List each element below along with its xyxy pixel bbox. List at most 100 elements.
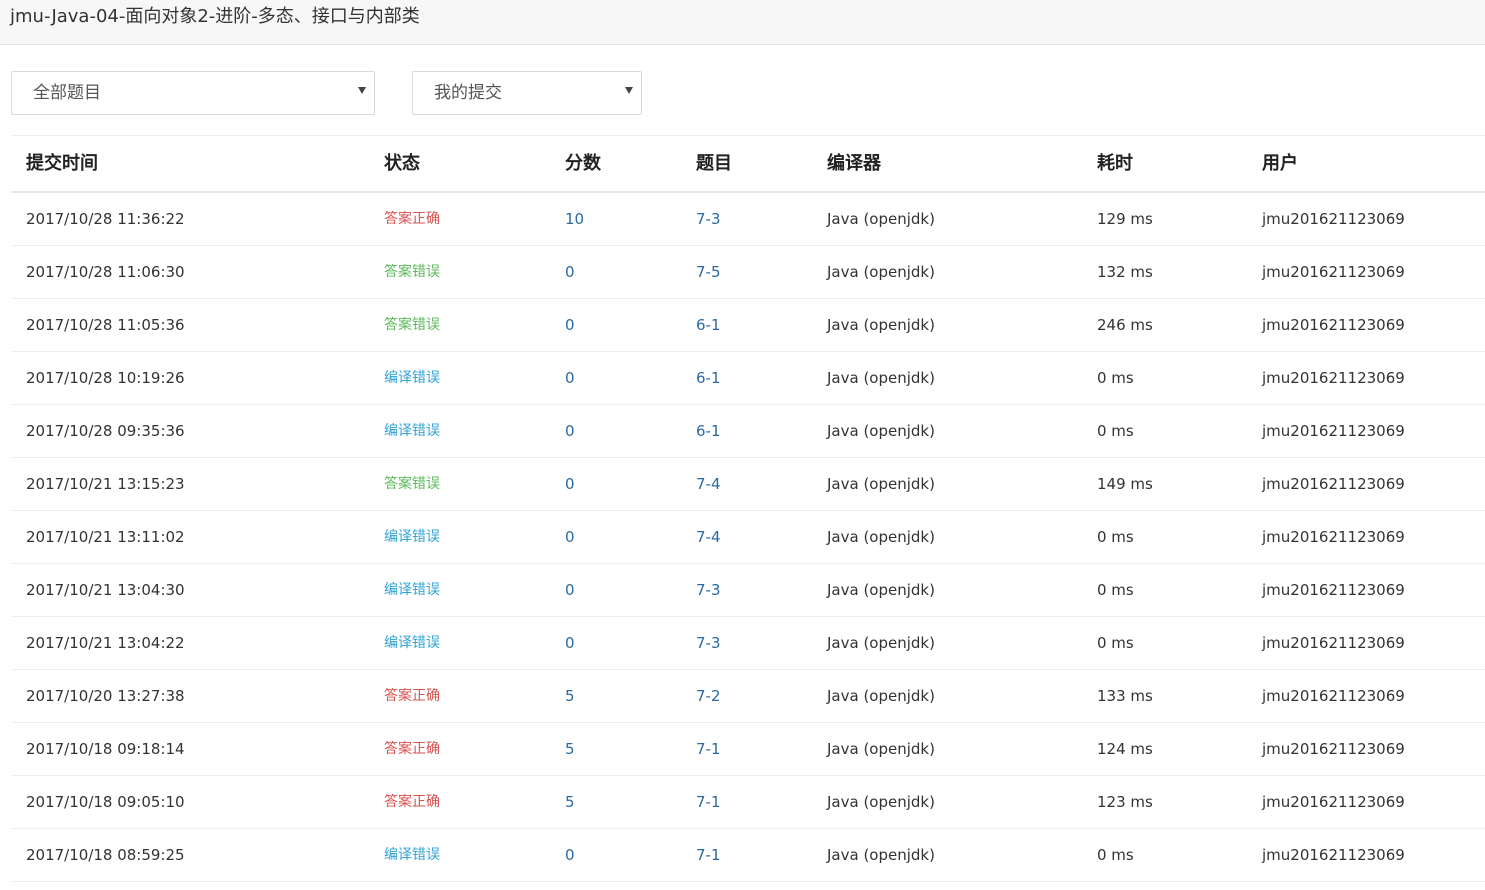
compiler-cell: Java (openjdk) (827, 422, 935, 440)
elapsed-cell: 0 ms (1097, 528, 1134, 546)
submissions-table: 提交时间 状态 分数 题目 编译器 耗时 用户 2017/10/28 11:36… (11, 135, 1485, 882)
user-cell: jmu201621123069 (1262, 263, 1405, 281)
elapsed-cell: 133 ms (1097, 687, 1153, 705)
user-cell: jmu201621123069 (1262, 793, 1405, 811)
problem-link[interactable]: 7-3 (696, 633, 721, 653)
column-header-score[interactable]: 分数 (565, 153, 601, 175)
score-link[interactable]: 5 (565, 792, 575, 812)
status-badge[interactable]: 答案错误 (384, 315, 440, 335)
table-row: 2017/10/28 10:19:26 编译错误 0 6-1 Java (openjdk… (11, 352, 1485, 405)
status-badge[interactable]: 答案正确 (384, 209, 440, 229)
elapsed-cell: 0 ms (1097, 369, 1134, 387)
compiler-cell: Java (openjdk) (827, 528, 935, 546)
problem-filter-select[interactable]: 全部题目 (11, 71, 375, 115)
column-header-status[interactable]: 状态 (384, 153, 420, 175)
submit-time-cell: 2017/10/28 11:05:36 (26, 316, 185, 334)
user-cell: jmu201621123069 (1262, 369, 1405, 387)
status-badge[interactable]: 编译错误 (384, 580, 440, 600)
compiler-cell: Java (openjdk) (827, 793, 935, 811)
elapsed-cell: 123 ms (1097, 793, 1153, 811)
user-cell: jmu201621123069 (1262, 687, 1405, 705)
status-badge[interactable]: 答案正确 (384, 792, 440, 812)
column-header-problem[interactable]: 题目 (696, 153, 732, 175)
table-row: 2017/10/21 13:04:22 编译错误 0 7-3 Java (openjdk… (11, 617, 1485, 670)
status-badge[interactable]: 编译错误 (384, 527, 440, 547)
compiler-cell: Java (openjdk) (827, 210, 935, 228)
submit-time-cell: 2017/10/21 13:04:22 (26, 634, 185, 652)
score-link[interactable]: 0 (565, 580, 575, 600)
submit-time-cell: 2017/10/28 11:36:22 (26, 210, 185, 228)
score-link[interactable]: 10 (565, 209, 584, 229)
table-header-row: 提交时间 状态 分数 题目 编译器 耗时 用户 (11, 136, 1485, 193)
score-link[interactable]: 5 (565, 739, 575, 759)
score-link[interactable]: 0 (565, 315, 575, 335)
compiler-cell: Java (openjdk) (827, 740, 935, 758)
status-badge[interactable]: 答案正确 (384, 739, 440, 759)
status-badge[interactable]: 编译错误 (384, 368, 440, 388)
problem-link[interactable]: 7-1 (696, 845, 721, 865)
score-link[interactable]: 0 (565, 527, 575, 547)
problem-link[interactable]: 7-1 (696, 792, 721, 812)
status-badge[interactable]: 答案错误 (384, 262, 440, 282)
submission-filter-value: 我的提交 (434, 83, 502, 103)
compiler-cell: Java (openjdk) (827, 369, 935, 387)
table-row: 2017/10/28 11:06:30 答案错误 0 7-5 Java (openjdk… (11, 246, 1485, 299)
submission-filter-select[interactable]: 我的提交 (412, 71, 642, 115)
submit-time-cell: 2017/10/20 13:27:38 (26, 687, 185, 705)
page-header: jmu-Java-04-面向对象2-进阶-多态、接口与内部类 (0, 0, 1485, 45)
user-cell: jmu201621123069 (1262, 475, 1405, 493)
problem-link[interactable]: 7-3 (696, 209, 721, 229)
score-link[interactable]: 0 (565, 845, 575, 865)
problem-link[interactable]: 7-5 (696, 262, 721, 282)
column-header-elapsed[interactable]: 耗时 (1097, 153, 1133, 175)
score-link[interactable]: 0 (565, 421, 575, 441)
submit-time-cell: 2017/10/28 09:35:36 (26, 422, 185, 440)
problem-link[interactable]: 6-1 (696, 368, 721, 388)
submit-time-cell: 2017/10/21 13:15:23 (26, 475, 185, 493)
problem-filter-value: 全部题目 (33, 83, 101, 103)
chevron-down-icon (625, 87, 633, 94)
column-header-compiler[interactable]: 编译器 (827, 153, 881, 175)
table-row: 2017/10/28 11:05:36 答案错误 0 6-1 Java (openjdk… (11, 299, 1485, 352)
elapsed-cell: 124 ms (1097, 740, 1153, 758)
compiler-cell: Java (openjdk) (827, 581, 935, 599)
chevron-down-icon (358, 87, 366, 94)
elapsed-cell: 0 ms (1097, 581, 1134, 599)
column-header-user[interactable]: 用户 (1262, 153, 1298, 175)
elapsed-cell: 0 ms (1097, 634, 1134, 652)
status-badge[interactable]: 编译错误 (384, 845, 440, 865)
score-link[interactable]: 0 (565, 474, 575, 494)
column-header-submit-time[interactable]: 提交时间 (26, 153, 98, 175)
problem-link[interactable]: 7-4 (696, 527, 721, 547)
status-badge[interactable]: 编译错误 (384, 421, 440, 441)
status-badge[interactable]: 答案错误 (384, 474, 440, 494)
table-row: 2017/10/28 09:35:36 编译错误 0 6-1 Java (openjdk… (11, 405, 1485, 458)
table-row: 2017/10/28 11:36:22 答案正确 10 7-3 Java (openjd… (11, 193, 1485, 246)
submit-time-cell: 2017/10/21 13:04:30 (26, 581, 185, 599)
compiler-cell: Java (openjdk) (827, 263, 935, 281)
table-row: 2017/10/21 13:11:02 编译错误 0 7-4 Java (openjdk… (11, 511, 1485, 564)
submit-time-cell: 2017/10/21 13:11:02 (26, 528, 185, 546)
score-link[interactable]: 5 (565, 686, 575, 706)
user-cell: jmu201621123069 (1262, 528, 1405, 546)
status-badge[interactable]: 编译错误 (384, 633, 440, 653)
status-badge[interactable]: 答案正确 (384, 686, 440, 706)
user-cell: jmu201621123069 (1262, 581, 1405, 599)
problem-link[interactable]: 7-1 (696, 739, 721, 759)
compiler-cell: Java (openjdk) (827, 687, 935, 705)
score-link[interactable]: 0 (565, 368, 575, 388)
score-link[interactable]: 0 (565, 262, 575, 282)
filter-bar: 全部题目 我的提交 (0, 45, 1485, 135)
user-cell: jmu201621123069 (1262, 210, 1405, 228)
problem-link[interactable]: 7-3 (696, 580, 721, 600)
problem-link[interactable]: 7-4 (696, 474, 721, 494)
elapsed-cell: 246 ms (1097, 316, 1153, 334)
problem-link[interactable]: 6-1 (696, 421, 721, 441)
problem-link[interactable]: 7-2 (696, 686, 721, 706)
elapsed-cell: 149 ms (1097, 475, 1153, 493)
score-link[interactable]: 0 (565, 633, 575, 653)
problem-link[interactable]: 6-1 (696, 315, 721, 335)
user-cell: jmu201621123069 (1262, 316, 1405, 334)
user-cell: jmu201621123069 (1262, 846, 1405, 864)
table-row: 2017/10/18 09:18:14 答案正确 5 7-1 Java (openjdk… (11, 723, 1485, 776)
